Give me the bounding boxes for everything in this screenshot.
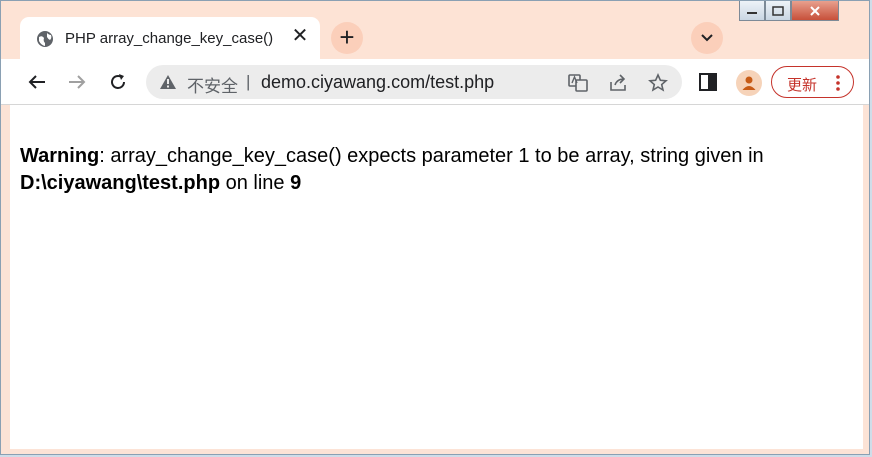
minimize-icon: [747, 11, 757, 14]
file-path: D:\ciyawang\test.php: [20, 172, 221, 194]
address-separator: |: [246, 72, 251, 91]
line-number: 9: [290, 172, 302, 194]
maximize-icon: [772, 5, 784, 16]
warning-label: Warning: [20, 145, 100, 167]
tab-strip: PHP array_change_key_case() ✕ +: [1, 1, 869, 61]
tab-title: PHP array_change_key_case(): [65, 30, 274, 47]
warning-text: : array_change_key_case() expects parame…: [99, 145, 764, 167]
update-button[interactable]: 更新: [771, 66, 854, 98]
minimize-button[interactable]: [739, 1, 765, 21]
update-label: 更新: [787, 77, 818, 94]
browser-toolbar: 不安全 | demo.ciyawang.com/test.php 更新: [1, 59, 869, 105]
forward-button[interactable]: [65, 70, 89, 94]
more-menu-icon[interactable]: [835, 74, 841, 92]
on-line-text: on line: [220, 172, 291, 194]
window-controls: [739, 1, 839, 25]
warning-triangle-icon[interactable]: [160, 75, 176, 89]
new-tab-button[interactable]: +: [331, 22, 363, 54]
tab-active[interactable]: PHP array_change_key_case() ✕: [20, 17, 320, 61]
php-warning-message: Warning: array_change_key_case() expects…: [20, 143, 840, 197]
reload-button[interactable]: [106, 70, 130, 94]
close-icon: [810, 5, 820, 16]
globe-icon: [36, 30, 54, 48]
side-panel-icon[interactable]: [698, 72, 718, 92]
back-button[interactable]: [25, 70, 49, 94]
maximize-button[interactable]: [765, 1, 791, 21]
chevron-down-icon: [701, 34, 713, 42]
tab-close-icon[interactable]: ✕: [289, 25, 311, 47]
browser-window: PHP array_change_key_case() ✕ + 不安全 | de…: [0, 0, 870, 455]
back-arrow-icon: [28, 75, 45, 89]
address-bar[interactable]: 不安全 | demo.ciyawang.com/test.php: [146, 65, 682, 99]
profile-avatar[interactable]: [736, 70, 762, 96]
forward-arrow-icon: [69, 75, 86, 89]
window-close-button[interactable]: [791, 1, 839, 21]
person-icon: [742, 76, 756, 90]
url-text[interactable]: demo.ciyawang.com/test.php: [261, 72, 494, 93]
bookmark-star-icon[interactable]: [648, 73, 668, 93]
security-label[interactable]: 不安全: [187, 72, 238, 97]
share-icon[interactable]: [608, 73, 628, 93]
translate-icon[interactable]: [568, 73, 588, 93]
tab-search-button[interactable]: [691, 22, 723, 54]
page-content: Warning: array_change_key_case() expects…: [10, 105, 863, 449]
reload-icon: [111, 74, 125, 89]
